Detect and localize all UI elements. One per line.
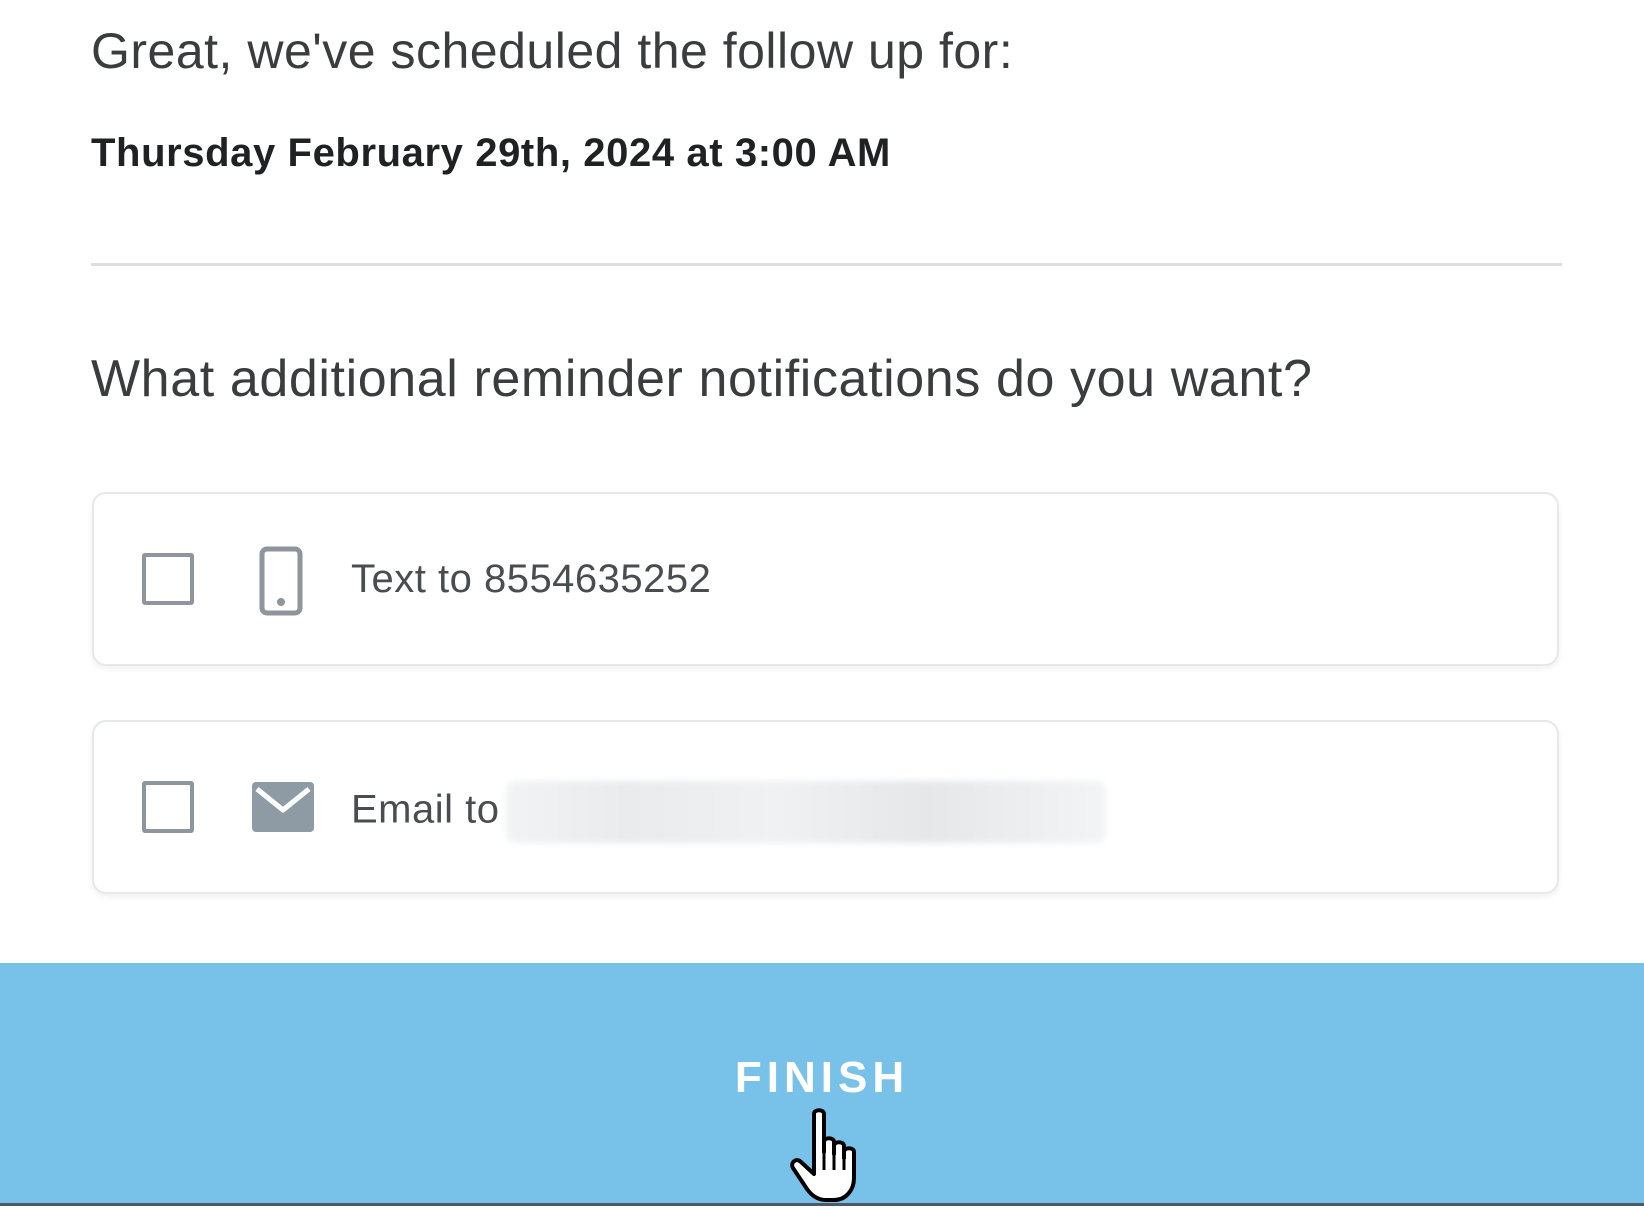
email-reminder-option[interactable]: Email to xyxy=(92,720,1559,894)
email-reminder-label: Email to xyxy=(351,787,500,832)
text-reminder-checkbox[interactable] xyxy=(142,553,194,605)
hand-pointer-icon xyxy=(790,1108,880,1209)
text-reminder-label: Text to 8554635252 xyxy=(351,557,712,601)
divider xyxy=(91,263,1562,266)
envelope-icon xyxy=(252,782,314,837)
email-reminder-label-row: Email to xyxy=(351,781,1106,843)
reminder-question: What additional reminder notifications d… xyxy=(91,350,1313,408)
scheduled-datetime: Thursday February 29th, 2024 at 3:00 AM xyxy=(91,131,891,175)
confirmation-heading: Great, we've scheduled the follow up for… xyxy=(91,23,1014,79)
mobile-phone-icon xyxy=(259,546,303,621)
finish-button-label: FINISH xyxy=(734,1053,910,1102)
text-reminder-option[interactable]: Text to 8554635252 xyxy=(92,492,1559,666)
redacted-email-address xyxy=(505,781,1106,843)
email-reminder-checkbox[interactable] xyxy=(142,781,194,833)
